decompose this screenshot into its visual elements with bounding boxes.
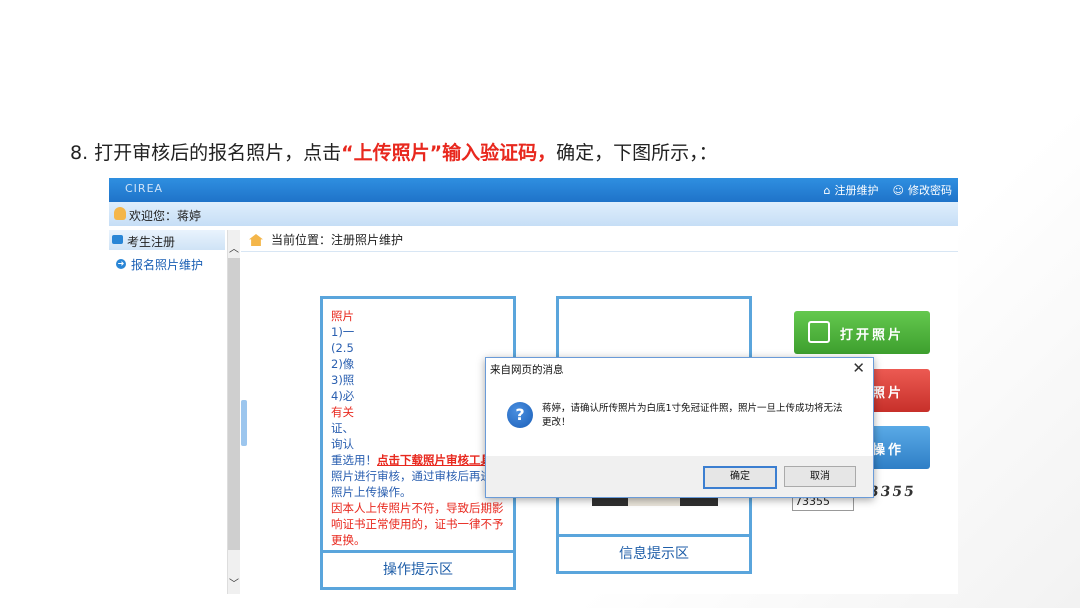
breadcrumb-text: 当前位置：注册照片维护 [271,233,404,247]
tips-line-1: 照片 [331,309,354,323]
tips-line-3: (2.5 [331,341,354,355]
tips-review-paragraph: 重选用！点击下载照片审核工具对照片进行审核，通过审核后再进行照片上传操作。 [331,452,511,500]
cancel-button[interactable]: 取消 [784,466,856,487]
home-icon [249,234,263,246]
close-icon[interactable]: ✕ [852,359,865,377]
sidebar: 考生注册 ➜ 报名照片维护 [109,230,227,594]
scroll-down-icon[interactable]: ﹀ [228,575,240,590]
tips-line-4: 2)像 [331,357,355,371]
breadcrumb: 当前位置：注册照片维护 [249,231,403,248]
tips-line-8: 证、 [331,421,354,435]
user-avatar-icon [114,207,126,220]
user-icon: ☺ [892,183,904,197]
question-icon: ? [507,402,533,428]
welcome-bar: 欢迎您：蒋婷 [109,202,958,226]
caption-suffix: 确定，下图所示，： [556,142,718,164]
app-screenshot: CIREA ⌂ 注册维护 ☺ 修改密码 欢迎您：蒋婷 考生注册 ➜ 报名照片维护 ︿… [109,178,958,594]
sidebar-item-photo-maintenance[interactable]: ➜ 报名照片维护 [109,253,225,273]
sidebar-item-label: 报名照片维护 [131,258,204,272]
arrow-circle-icon: ➜ [116,259,126,269]
folder-icon [112,235,123,244]
tips-line-9: 询认 [331,437,354,451]
operation-tips-footer: 操作提示区 [323,550,513,587]
main-content: 当前位置：注册照片维护 照片 1)一 (2.5 2)像 3)照 4)必 有关 证… [241,226,958,594]
top-link-password-label: 修改密码 [908,184,952,197]
tips-line-6: 4)必 [331,389,355,403]
tips-text: 照片 1)一 (2.5 2)像 3)照 4)必 有关 证、 询认 重选用！点击下… [331,308,511,548]
home-icon: ⌂ [823,183,831,197]
top-link-register-label: 注册维护 [834,184,879,197]
open-photo-button[interactable]: 打开照片 [794,311,930,354]
scroll-up-icon[interactable]: ︿ [228,240,240,255]
top-bar: CIREA ⌂ 注册维护 ☺ 修改密码 [109,178,958,202]
sidebar-scrollbar[interactable]: ︿ ﹀ [227,230,240,594]
tips-line-2: 1)一 [331,325,355,339]
slide-caption: 8. 打开审核后的报名照片，点击“上传照片”输入验证码，确定，下图所示，： [70,138,718,165]
tips-line-5: 3)照 [331,373,355,387]
dialog-title: 来自网页的消息 [490,364,564,376]
scroll-thumb[interactable] [228,258,240,550]
top-link-register[interactable]: ⌂ 注册维护 [824,182,879,198]
info-box-footer: 信息提示区 [559,534,749,571]
top-links: ⌂ 注册维护 ☺ 修改密码 [824,182,952,198]
open-photo-icon [808,321,830,343]
dialog-footer: 确定 取消 [486,456,873,497]
tips-before-link: 重选用！ [331,453,377,467]
divider [241,251,958,252]
sidebar-section-label: 考生注册 [127,235,176,249]
brand-logo: CIREA [125,182,164,195]
caption-highlight: “上传照片”输入验证码， [341,142,557,164]
download-tool-link[interactable]: 点击下载照片审核工具 [377,453,492,467]
tips-line-7: 有关 [331,405,354,419]
dialog-message: 蒋婷，请确认所传照片为白底1寸免冠证件照，照片一旦上传成功将无法更改！ [542,403,843,428]
open-photo-label: 打开照片 [840,328,905,343]
welcome-text: 欢迎您：蒋婷 [129,209,202,223]
tips-warning: 因本人上传照片不符，导致后期影响证书正常使用的，证书一律不予更换。 [331,501,504,547]
ok-button[interactable]: 确定 [703,466,777,489]
sidebar-section-register[interactable]: 考生注册 [109,230,225,250]
confirm-dialog: 来自网页的消息 ✕ ? 蒋婷，请确认所传照片为白底1寸免冠证件照，照片一旦上传成… [485,357,874,498]
top-link-password[interactable]: ☺ 修改密码 [893,182,952,198]
caption-prefix: 8. 打开审核后的报名照片，点击 [70,142,342,164]
